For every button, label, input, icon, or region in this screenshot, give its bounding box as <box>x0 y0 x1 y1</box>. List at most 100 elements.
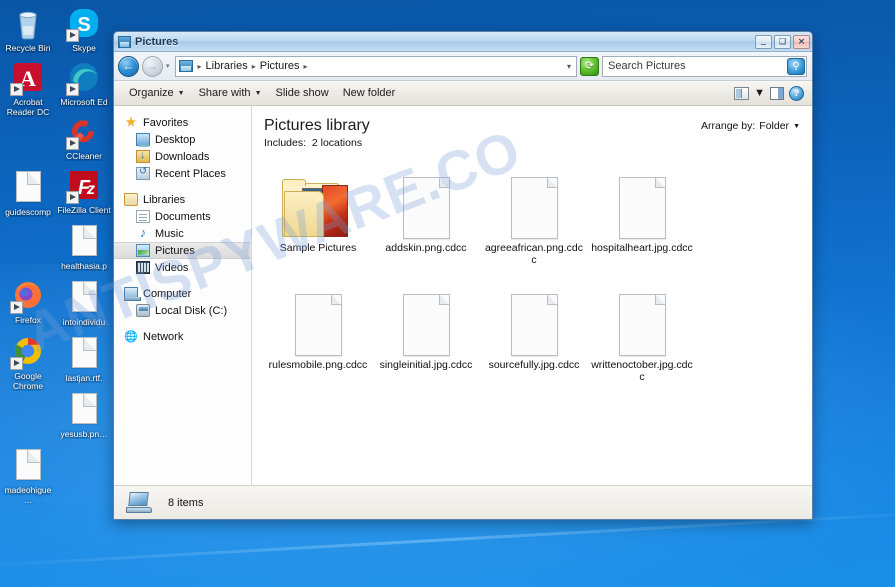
desktop-icon-recycle-bin[interactable]: Recycle Bin <box>0 4 56 55</box>
arrange-by-value[interactable]: Folder <box>759 120 789 132</box>
search-icon[interactable]: ⚲ <box>787 57 805 75</box>
sidebar-item-label: Favorites <box>143 116 189 129</box>
navigation-pane: Favorites Desktop Downloads Recent Place… <box>114 106 252 485</box>
share-with-button[interactable]: Share with ▼ <box>192 84 269 102</box>
google-chrome-icon <box>10 335 45 370</box>
window-body: Favorites Desktop Downloads Recent Place… <box>114 106 812 485</box>
search-input[interactable]: Search Pictures ⚲ <box>602 55 807 77</box>
desktop-icon-google-chrome[interactable]: Google Chrome <box>0 332 56 393</box>
document-icon <box>11 449 45 483</box>
desktop-icon-acrobat-reader[interactable]: A Acrobat Reader DC <box>0 58 56 119</box>
desktop-icon-healthasia[interactable]: healthasia.p <box>56 220 112 273</box>
sidebar-divider <box>114 319 251 328</box>
refresh-button[interactable]: ⟳ <box>580 56 599 76</box>
file-list-pane[interactable]: Pictures library Includes: 2 locations A… <box>252 106 812 485</box>
chevron-down-icon[interactable]: ▼ <box>754 87 765 99</box>
minimize-button[interactable]: – <box>755 34 772 49</box>
breadcrumb-separator: ▸ <box>197 61 202 71</box>
library-header: Pictures library Includes: 2 locations A… <box>264 116 800 149</box>
chevron-down-icon[interactable]: ▼ <box>793 123 800 130</box>
sidebar-item-desktop[interactable]: Desktop <box>114 131 251 148</box>
help-icon[interactable]: ? <box>789 85 804 101</box>
library-icon <box>178 60 193 72</box>
sidebar-item-music[interactable]: Music <box>114 225 251 242</box>
back-button[interactable]: ← <box>118 55 139 77</box>
file-item-rulesmobile[interactable]: rulesmobile.png.cdcc <box>264 280 372 387</box>
maximize-button[interactable]: ❑ <box>774 34 791 49</box>
sample-pictures-folder-icon <box>282 179 354 239</box>
document-icon <box>294 294 342 356</box>
videos-icon <box>136 261 150 274</box>
library-includes: Includes: 2 locations <box>264 137 370 149</box>
share-with-label: Share with <box>198 87 251 99</box>
file-item-singleinitial[interactable]: singleinitial.jpg.cdcc <box>372 280 480 387</box>
desktop-icon-label: Skype <box>72 43 96 53</box>
sidebar-item-label: Music <box>155 227 184 240</box>
libraries-icon <box>124 193 138 206</box>
desktop-icon-lastjan[interactable]: lastjan.rtf. <box>56 332 112 385</box>
history-dropdown-icon[interactable]: ▾ <box>166 62 170 70</box>
document-icon <box>67 281 101 315</box>
arrange-by-control[interactable]: Arrange by: Folder ▼ <box>701 116 800 132</box>
document-icon <box>402 294 450 356</box>
window-titlebar[interactable]: Pictures – ❑ ✕ <box>114 32 812 52</box>
desktop-icon-microsoft-edge[interactable]: Microsoft Ed <box>56 58 112 109</box>
file-name-label: sourcefully.jpg.cdcc <box>488 359 580 371</box>
desktop-icon-skype[interactable]: S Skype <box>56 4 112 55</box>
desktop-icon-madeohigue[interactable]: madeohigue… <box>0 444 56 507</box>
sidebar-item-computer[interactable]: Computer <box>114 285 251 302</box>
slide-show-button[interactable]: Slide show <box>269 84 336 102</box>
desktop-icon-label: Google Chrome <box>12 371 44 391</box>
file-item-sample-pictures[interactable]: Sample Pictures <box>264 163 372 270</box>
file-item-addskin[interactable]: addskin.png.cdcc <box>372 163 480 270</box>
desktop-icon-firefox[interactable]: Firefox <box>0 276 56 327</box>
sidebar-item-videos[interactable]: Videos <box>114 259 251 276</box>
sidebar-item-pictures[interactable]: Pictures <box>114 242 251 259</box>
file-thumbnail <box>267 282 369 356</box>
window-controls: – ❑ ✕ <box>755 34 810 49</box>
file-item-sourcefully[interactable]: sourcefully.jpg.cdcc <box>480 280 588 387</box>
change-view-icon[interactable] <box>734 86 750 100</box>
address-dropdown-icon[interactable]: ▾ <box>567 62 574 71</box>
preview-pane-icon[interactable] <box>770 86 784 100</box>
desktop-icon-intoindividu[interactable]: intoindividu <box>56 276 112 329</box>
desktop-icon-ccleaner[interactable]: CCleaner <box>56 112 112 163</box>
sidebar-item-network[interactable]: Network <box>114 328 251 345</box>
sidebar-item-documents[interactable]: Documents <box>114 208 251 225</box>
file-item-hospitalheart[interactable]: hospitalheart.jpg.cdcc <box>588 163 696 270</box>
sidebar-divider <box>114 182 251 191</box>
item-count-label: 8 items <box>168 496 204 509</box>
breadcrumb-item-pictures[interactable]: Pictures <box>258 60 302 72</box>
forward-button[interactable]: → <box>142 55 163 77</box>
breadcrumb[interactable]: ▸ Libraries ▸ Pictures ▸ ▾ <box>174 55 577 77</box>
file-item-writtenoctober[interactable]: writtenoctober.jpg.cdcc <box>588 280 696 387</box>
document-icon <box>67 337 101 371</box>
close-button[interactable]: ✕ <box>793 34 810 49</box>
shortcut-overlay-icon <box>66 29 79 42</box>
new-folder-button[interactable]: New folder <box>336 84 403 102</box>
documents-icon <box>136 210 150 223</box>
command-toolbar: Organize ▼ Share with ▼ Slide show New f… <box>114 81 812 106</box>
window-title: Pictures <box>135 35 179 48</box>
sidebar-item-label: Network <box>143 330 184 343</box>
sidebar-item-downloads[interactable]: Downloads <box>114 148 251 165</box>
desktop-icon-yesusb[interactable]: yesusb.pn… <box>56 388 112 441</box>
organize-button[interactable]: Organize ▼ <box>122 84 192 102</box>
file-grid: Sample Pictures addskin.png.cdcc agreeaf… <box>264 163 800 397</box>
sidebar-item-label: Desktop <box>155 133 196 146</box>
computer-icon <box>126 491 152 514</box>
sidebar-item-libraries[interactable]: Libraries <box>114 191 251 208</box>
recent-places-icon <box>136 166 150 180</box>
desktop-icon-guidescomp[interactable]: guidescomp <box>0 166 56 219</box>
shortcut-overlay-icon <box>66 191 79 204</box>
file-item-agreeafrican[interactable]: agreeafrican.png.cdcc <box>480 163 588 270</box>
includes-value[interactable]: 2 locations <box>312 137 362 149</box>
sidebar-item-local-disk[interactable]: Local Disk (C:) <box>114 302 251 319</box>
document-icon <box>67 225 101 259</box>
document-icon <box>11 171 45 205</box>
sidebar-item-recent-places[interactable]: Recent Places <box>114 165 251 182</box>
desktop-icon-filezilla[interactable]: F z FileZilla Client <box>56 166 112 217</box>
sidebar-item-favorites[interactable]: Favorites <box>114 114 251 131</box>
sidebar-item-label: Recent Places <box>155 167 226 180</box>
breadcrumb-item-libraries[interactable]: Libraries <box>204 60 250 72</box>
